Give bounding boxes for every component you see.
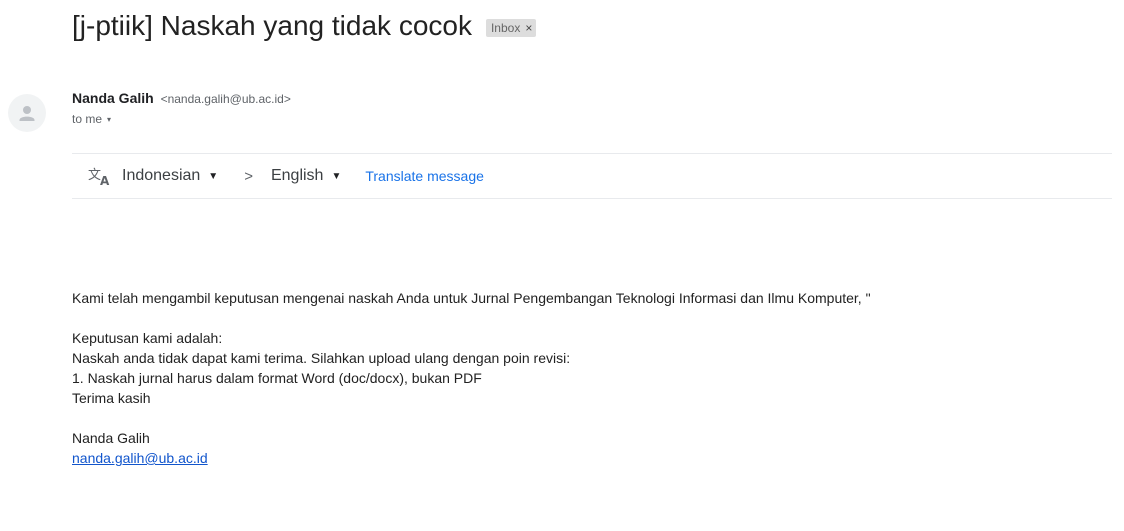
target-dropdown-caret-icon: ▼ — [331, 170, 342, 182]
source-language-dropdown[interactable]: Indonesian ▼ — [122, 167, 218, 185]
revision-point: 1. Naskah jurnal harus dalam format Word… — [72, 370, 482, 386]
recipient-text: to me — [72, 112, 103, 126]
closing-line: Terima kasih — [72, 390, 151, 406]
signature-email-link[interactable]: nanda.galih@ub.ac.id — [72, 450, 208, 466]
source-language-label: Indonesian — [122, 167, 201, 184]
sender-email: <nanda.galih@ub.ac.id> — [160, 92, 291, 106]
decision-heading: Keputusan kami adalah: — [72, 330, 223, 346]
signature-name: Nanda Galih — [72, 430, 150, 446]
subject-row: [j-ptiik] Naskah yang tidak cocok Inbox … — [72, 6, 537, 46]
show-details-caret-icon[interactable]: ▾ — [107, 115, 111, 124]
avatar[interactable] — [8, 94, 46, 132]
default-avatar-icon — [19, 106, 35, 121]
inbox-label[interactable]: Inbox × — [485, 19, 537, 37]
target-language-dropdown[interactable]: English ▼ — [271, 167, 341, 185]
translate-icon: 文 A — [88, 168, 110, 186]
sender-line: Nanda Galih <nanda.galih@ub.ac.id> — [72, 90, 291, 106]
svg-text:A: A — [100, 174, 110, 186]
decision-line: Naskah anda tidak dapat kami terima. Sil… — [72, 350, 571, 366]
translate-bar: 文 A Indonesian ▼ > English ▼ Translate m… — [72, 153, 1112, 199]
message-body: Kami telah mengambil keputusan mengenai … — [72, 288, 1124, 468]
inbox-label-text: Inbox — [490, 21, 521, 35]
translate-message-link[interactable]: Translate message — [365, 168, 484, 184]
source-dropdown-caret-icon: ▼ — [208, 170, 219, 182]
email-view: [j-ptiik] Naskah yang tidak cocok Inbox … — [0, 0, 1124, 531]
target-language-label: English — [270, 167, 324, 184]
sender-name[interactable]: Nanda Galih — [72, 90, 154, 106]
remove-label-icon[interactable]: × — [525, 20, 532, 36]
recipient-line: to me ▾ — [72, 112, 111, 126]
email-subject: [j-ptiik] Naskah yang tidak cocok — [72, 10, 472, 41]
body-intro: Kami telah mengambil keputusan mengenai … — [72, 290, 871, 306]
chevron-right-icon: > — [244, 167, 253, 185]
